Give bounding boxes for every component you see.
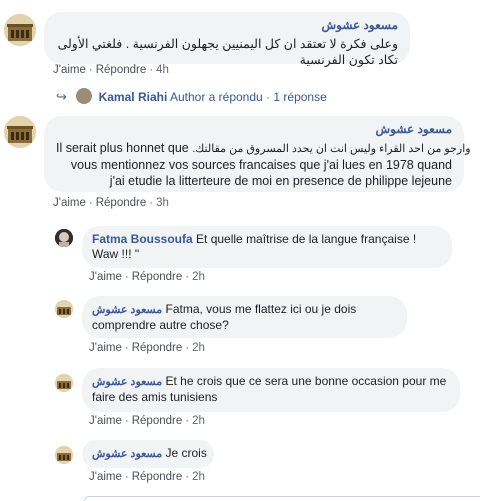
avatar: [76, 88, 93, 104]
comment-bubble: مسعود عشوش Fatma, vous me flattez ici ou…: [82, 296, 407, 338]
comment-author[interactable]: مسعود عشوش: [92, 448, 162, 460]
comment-bubble: Fatma Boussoufa Et quelle maîtrise de la…: [82, 226, 452, 268]
reply-author[interactable]: Kamal Riahi: [99, 90, 168, 104]
reply-link[interactable]: Répondre: [132, 271, 183, 283]
avatar[interactable]: [4, 14, 36, 46]
comment-bubble: مسعود عشوش Et he crois que ce sera une b…: [82, 368, 460, 412]
comment-actions: J'aime · Répondre · 2h: [89, 471, 205, 483]
comment-author[interactable]: مسعود عشوش: [56, 122, 452, 136]
reply-link[interactable]: Répondre: [96, 197, 147, 209]
reply-link[interactable]: Répondre: [132, 342, 183, 354]
comment-text: Il serait plus honnet que وارجو من احد ا…: [56, 140, 471, 157]
like-link[interactable]: J'aime: [89, 342, 122, 354]
comment-text: مسعود عشوش Et he crois que ce sera une b…: [92, 374, 450, 405]
separator: ·: [124, 342, 129, 354]
separator: ·: [88, 197, 93, 209]
replies-summary[interactable]: ↪ Kamal Riahi Author a répondu · 1 répon…: [56, 88, 327, 105]
comment-time[interactable]: 3h: [156, 197, 169, 209]
comment-text-line: vous mentionnez vos sources francaises q…: [70, 158, 452, 172]
comment-bubble: مسعود عشوش وعلى فكرة لا تعتقد ان كل اليم…: [44, 12, 410, 67]
like-link[interactable]: J'aime: [89, 415, 122, 427]
separator: ·: [266, 90, 271, 104]
comment-author[interactable]: مسعود عشوش: [56, 18, 398, 32]
avatar[interactable]: [55, 374, 73, 392]
comment-actions: J'aime · Répondre · 3h: [53, 197, 169, 209]
comment-time[interactable]: 2h: [192, 471, 205, 483]
like-link[interactable]: J'aime: [89, 471, 122, 483]
separator: ·: [124, 271, 129, 283]
separator: ·: [185, 271, 190, 283]
like-link[interactable]: J'aime: [89, 271, 122, 283]
reply-input[interactable]: [84, 496, 480, 501]
separator: ·: [124, 415, 129, 427]
comment-time[interactable]: 4h: [156, 64, 169, 76]
like-link[interactable]: J'aime: [53, 197, 86, 209]
comment-text: مسعود عشوش Fatma, vous me flattez ici ou…: [92, 302, 397, 333]
separator: ·: [185, 471, 190, 483]
avatar[interactable]: [55, 446, 73, 464]
comment-author[interactable]: مسعود عشوش: [92, 376, 162, 388]
comment-bubble: مسعود عشوش Il serait plus honnet que وار…: [44, 116, 471, 192]
comment-text: Fatma Boussoufa Et quelle maîtrise de la…: [92, 232, 442, 262]
avatar[interactable]: [55, 229, 73, 247]
comment-text-line: j'ai etudie la litterteure de moi en pre…: [109, 174, 452, 188]
like-link[interactable]: J'aime: [53, 64, 86, 76]
comment-time[interactable]: 2h: [192, 271, 205, 283]
comment-bubble: مسعود عشوش Je crois: [82, 440, 214, 468]
comment-body: Je crois: [165, 446, 207, 460]
reply-link[interactable]: Répondre: [132, 415, 183, 427]
comment-actions: J'aime · Répondre · 4h: [53, 64, 169, 76]
reply-label: Author a répondu: [169, 90, 263, 104]
avatar[interactable]: [4, 116, 36, 148]
separator: ·: [149, 197, 154, 209]
separator: ·: [124, 471, 129, 483]
comment-text: مسعود عشوش Je crois: [92, 446, 207, 462]
separator: ·: [185, 415, 190, 427]
separator: ·: [88, 64, 93, 76]
reply-arrow-icon: ↪: [56, 89, 67, 104]
comment-actions: J'aime · Répondre · 2h: [89, 415, 205, 427]
comment-actions: J'aime · Répondre · 2h: [89, 271, 205, 283]
comment-actions: J'aime · Répondre · 2h: [89, 342, 205, 354]
comment-author[interactable]: مسعود عشوش: [92, 304, 162, 316]
comment-time[interactable]: 2h: [192, 342, 205, 354]
avatar[interactable]: [55, 300, 73, 318]
separator: ·: [185, 342, 190, 354]
comment-author[interactable]: Fatma Boussoufa: [92, 232, 193, 246]
reply-link[interactable]: Répondre: [96, 64, 147, 76]
reply-link[interactable]: Répondre: [132, 471, 183, 483]
replies-count[interactable]: 1 réponse: [273, 90, 326, 104]
comment-text-rtl: وارجو من احد القراء وليس انت ان يحدد الم…: [192, 143, 471, 155]
separator: ·: [149, 64, 154, 76]
comment-text-main: Il serait plus honnet que: [56, 141, 189, 155]
comment-time[interactable]: 2h: [192, 415, 205, 427]
